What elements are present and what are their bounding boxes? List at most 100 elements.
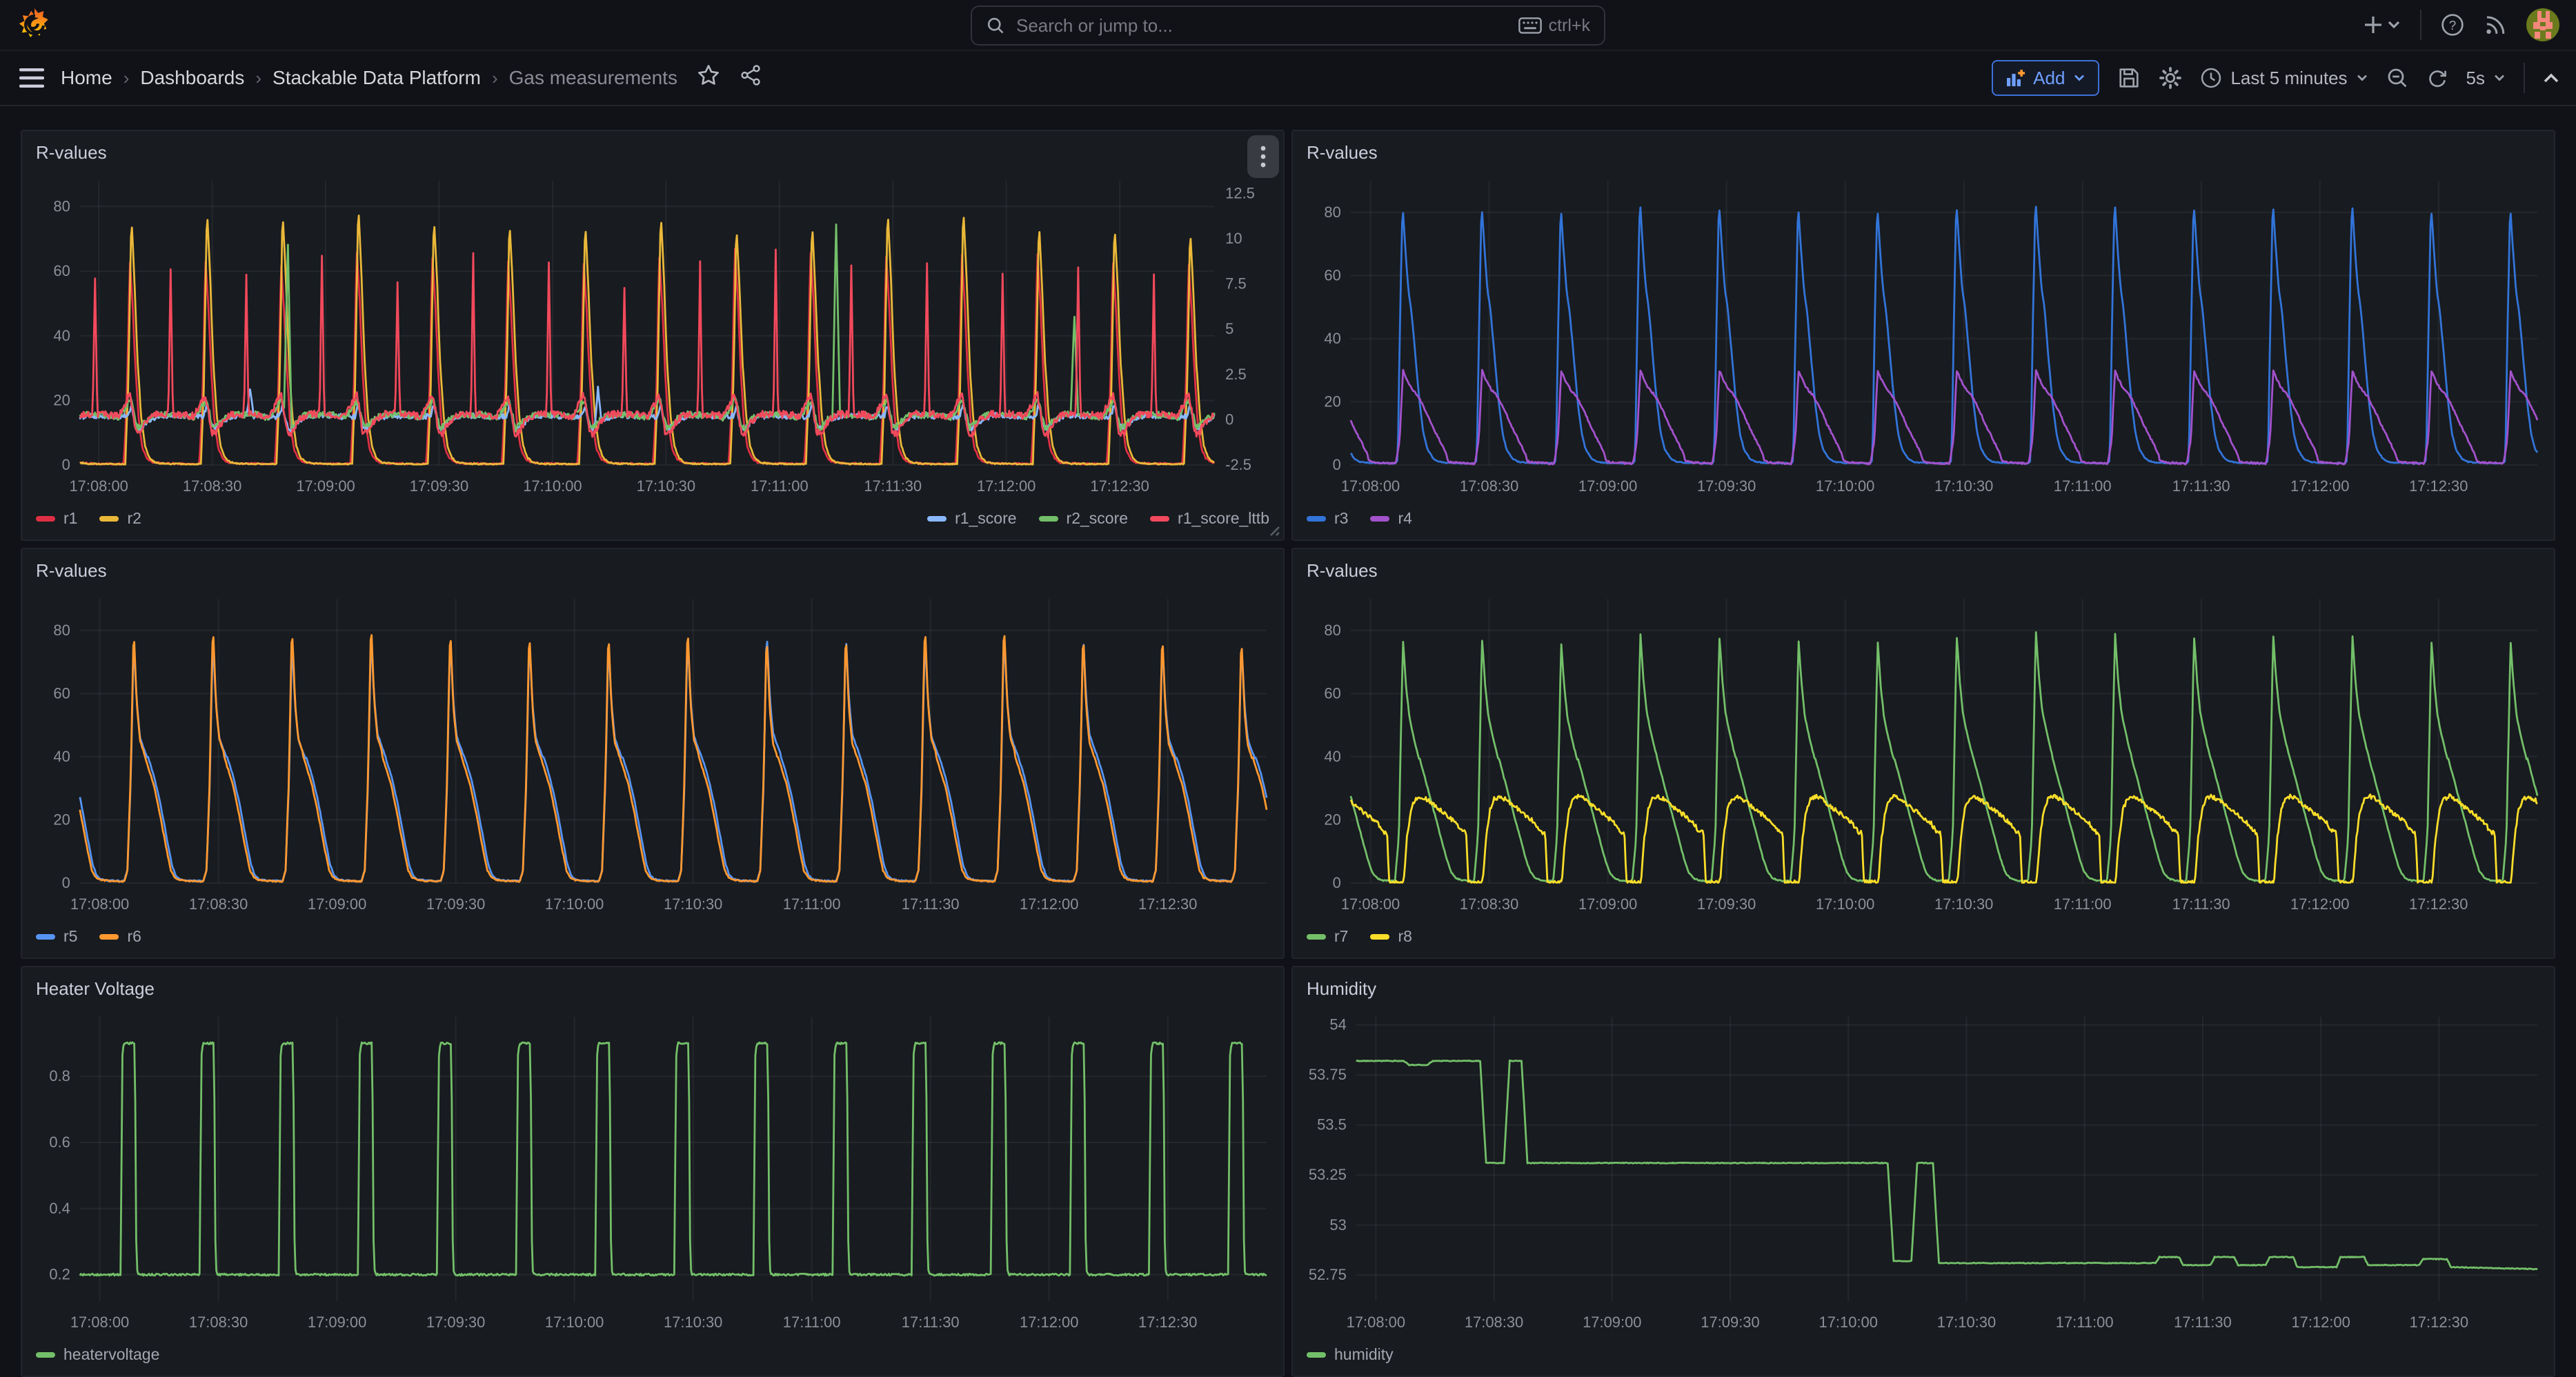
panel-title[interactable]: Heater Voltage — [22, 967, 1283, 1009]
x-axis-label: 17:09:00 — [1578, 895, 1637, 913]
y-axis-label: 53.75 — [1309, 1066, 1347, 1083]
y-axis-label: 40 — [53, 748, 70, 765]
legend-item-r6[interactable]: r6 — [99, 927, 141, 946]
legend-swatch — [1370, 934, 1389, 940]
time-series-chart[interactable]: 52.755353.2553.553.755417:08:0017:08:301… — [1293, 1009, 2554, 1343]
panel-menu-button[interactable] — [1247, 135, 1279, 178]
legend-swatch — [1307, 934, 1326, 940]
grafana-logo[interactable] — [17, 7, 52, 43]
new-button[interactable] — [2364, 15, 2401, 34]
legend-label: r7 — [1334, 927, 1348, 946]
legend-swatch — [927, 516, 947, 522]
x-axis-label: 17:11:00 — [751, 477, 809, 495]
search-input[interactable]: Search or jump to... ctrl+k — [971, 6, 1605, 46]
dashboard-settings-button[interactable] — [2159, 66, 2182, 90]
resize-handle[interactable] — [1268, 524, 1280, 537]
chevron-down-icon — [2073, 74, 2085, 82]
x-axis-label: 17:09:00 — [1578, 477, 1637, 495]
collapse-toolbar-button[interactable] — [2543, 72, 2559, 83]
x-axis-label: 17:10:30 — [664, 1314, 722, 1331]
menu-toggle-button[interactable] — [17, 66, 47, 90]
breadcrumb-item-gas-measurements: Gas measurements — [509, 67, 677, 89]
legend-item-r3[interactable]: r3 — [1307, 509, 1348, 528]
x-axis-label: 17:09:30 — [1701, 1314, 1759, 1331]
legend-item-r8[interactable]: r8 — [1370, 927, 1411, 946]
y-axis-label: 0 — [62, 874, 70, 891]
y-axis-right-label: 7.5 — [1225, 275, 1247, 293]
x-axis-label: 17:09:00 — [1583, 1314, 1641, 1331]
panel-title[interactable]: R-values — [22, 549, 1283, 591]
x-axis-label: 17:09:00 — [308, 895, 366, 913]
panel-r-values-4: R-values02040608017:08:0017:08:3017:09:0… — [1291, 548, 2555, 959]
share-button[interactable] — [740, 63, 762, 92]
avatar[interactable] — [2526, 8, 2559, 41]
legend-label: r1_score — [955, 509, 1016, 528]
breadcrumb-separator: › — [255, 68, 261, 89]
save-dashboard-button[interactable] — [2117, 66, 2141, 90]
series-line-r4 — [1351, 370, 2537, 464]
legend-item-r1[interactable]: r1 — [36, 509, 77, 528]
legend-item-r2_score[interactable]: r2_score — [1039, 509, 1128, 528]
time-range-picker[interactable]: Last 5 minutes — [2200, 67, 2368, 89]
add-button-label: Add — [2033, 68, 2065, 89]
grafana-logo-icon — [17, 7, 52, 43]
x-axis-label: 17:12:00 — [2291, 1314, 2350, 1331]
legend-item-r1_score_lttb[interactable]: r1_score_lttb — [1150, 509, 1269, 528]
refresh-interval-picker[interactable]: 5s — [2466, 68, 2506, 89]
panel-title[interactable]: Humidity — [1293, 967, 2554, 1009]
x-axis-label: 17:10:30 — [664, 895, 722, 913]
x-axis-label: 17:09:30 — [1697, 477, 1756, 495]
x-axis-label: 17:12:00 — [977, 477, 1036, 495]
y-axis-label: 53.25 — [1309, 1166, 1347, 1183]
breadcrumb-item-dashboards[interactable]: Dashboards — [140, 67, 244, 89]
legend-label: r6 — [127, 927, 141, 946]
y-axis-label: 54 — [1329, 1016, 1346, 1033]
help-button[interactable]: ? — [2441, 13, 2464, 37]
legend-item-heatervoltage[interactable]: heatervoltage — [36, 1345, 159, 1364]
favorite-button[interactable] — [697, 63, 720, 92]
series-line-humidity — [1356, 1060, 2537, 1269]
clock-icon — [2200, 67, 2222, 89]
series-line-r3 — [1351, 207, 2537, 464]
chevron-down-icon — [2493, 74, 2506, 82]
legend-item-r4[interactable]: r4 — [1370, 509, 1411, 528]
legend-item-r1_score[interactable]: r1_score — [927, 509, 1016, 528]
time-series-chart[interactable]: 020406080-2.502.557.51012.517:08:0017:08… — [22, 172, 1283, 506]
refresh-button[interactable] — [2426, 67, 2448, 89]
x-axis-label: 17:11:30 — [902, 895, 960, 913]
x-axis-label: 17:09:00 — [296, 477, 355, 495]
y-axis-label: 52.75 — [1309, 1266, 1347, 1283]
legend-label: humidity — [1334, 1345, 1394, 1364]
legend-item-r5[interactable]: r5 — [36, 927, 77, 946]
panel-title[interactable]: R-values — [1293, 549, 2554, 591]
panel-legend: r7 r8 — [1307, 927, 2540, 946]
legend-item-r2[interactable]: r2 — [99, 509, 141, 528]
x-axis-label: 17:11:30 — [2174, 1314, 2232, 1331]
legend-item-humidity[interactable]: humidity — [1307, 1345, 1394, 1364]
chevron-up-icon — [2543, 72, 2559, 83]
y-axis-label: 0.4 — [49, 1200, 70, 1217]
breadcrumb: Home›Dashboards›Stackable Data Platform›… — [61, 67, 677, 89]
legend-swatch — [36, 1352, 55, 1358]
time-series-chart[interactable]: 02040608017:08:0017:08:3017:09:0017:09:3… — [1293, 172, 2554, 506]
news-button[interactable] — [2484, 13, 2507, 37]
time-series-chart[interactable]: 02040608017:08:0017:08:3017:09:0017:09:3… — [1293, 591, 2554, 924]
legend-label: r1_score_lttb — [1178, 509, 1269, 528]
breadcrumb-item-stackable-data-platform[interactable]: Stackable Data Platform — [273, 67, 481, 89]
y-axis-label: 60 — [1324, 266, 1340, 284]
zoom-out-button[interactable] — [2386, 67, 2408, 89]
breadcrumb-item-home[interactable]: Home — [61, 67, 112, 89]
panel-title[interactable]: R-values — [1293, 131, 2554, 172]
legend-item-r7[interactable]: r7 — [1307, 927, 1348, 946]
add-panel-button[interactable]: Add — [1992, 60, 2099, 96]
top-bar: Search or jump to... ctrl+k — [0, 0, 2576, 51]
time-series-chart[interactable]: 02040608017:08:0017:08:3017:09:0017:09:3… — [22, 591, 1283, 924]
panel-legend: heatervoltage — [36, 1345, 1269, 1364]
chevron-down-icon — [2387, 20, 2401, 30]
legend-swatch — [1370, 516, 1389, 522]
x-axis-label: 17:09:00 — [308, 1314, 366, 1331]
time-series-chart[interactable]: 0.20.40.60.817:08:0017:08:3017:09:0017:0… — [22, 1009, 1283, 1343]
legend-label: r3 — [1334, 509, 1348, 528]
panel-title[interactable]: R-values — [22, 131, 1283, 172]
dashboard-grid: R-values020406080-2.502.557.51012.517:08… — [0, 130, 2576, 1377]
